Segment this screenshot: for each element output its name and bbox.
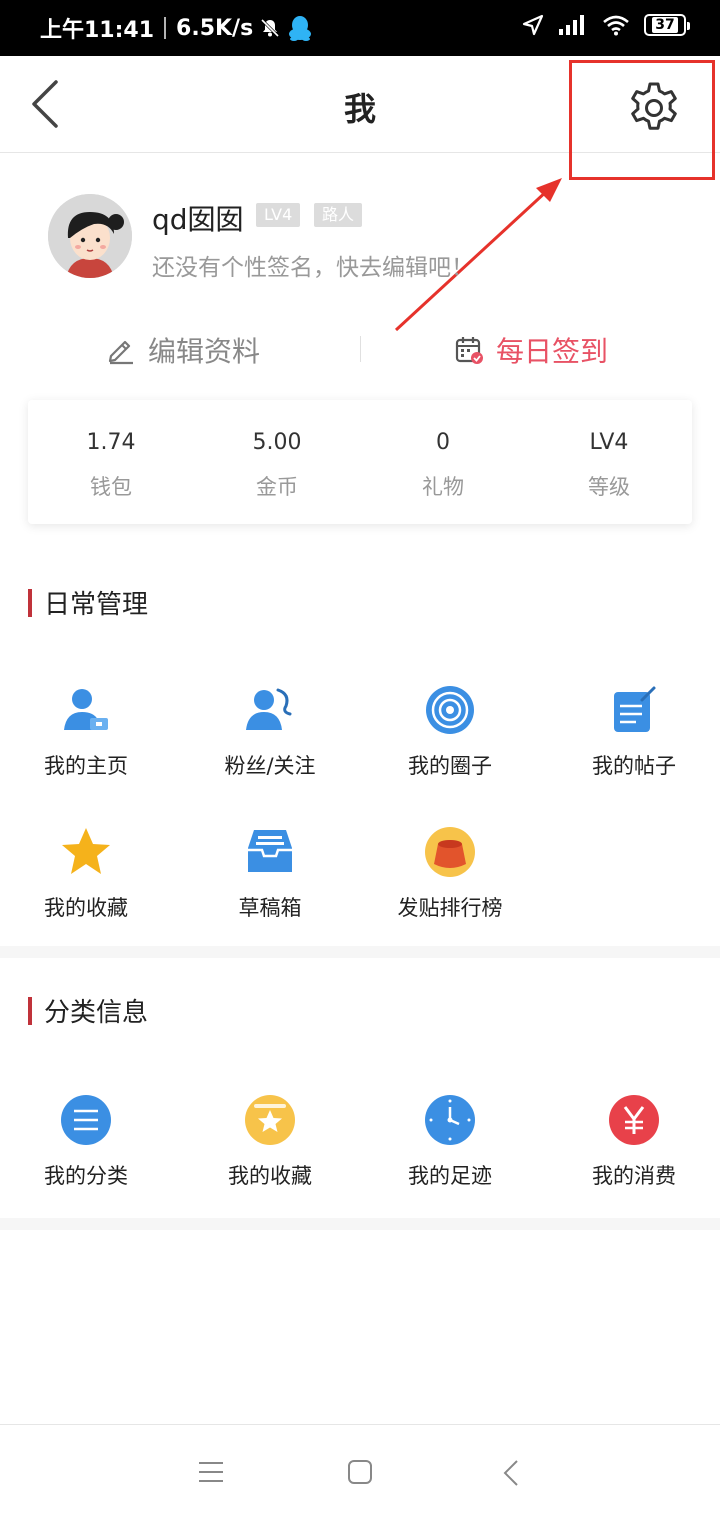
status-speed: 6.5K/s [176,15,254,41]
post-icon [614,686,656,732]
qq-icon [289,16,312,41]
grid-item-my-circle[interactable]: 我的圈子 [360,684,540,780]
grid-item-label: 粉丝/关注 [224,754,316,778]
grid-item-label: 我的圈子 [408,754,492,778]
stat-wallet[interactable]: 1.74 钱包 [28,400,194,524]
location-icon [522,14,544,36]
stat-gifts[interactable]: 0 礼物 [360,400,526,524]
system-navigation-bar [0,1424,720,1521]
back-triangle-icon[interactable] [502,1459,520,1487]
stats-card: 1.74 钱包 5.00 金币 0 礼物 LV4 等级 [28,400,692,524]
grid-item-my-posts[interactable]: 我的帖子 [544,684,720,780]
grid-item-my-homepage[interactable]: 我的主页 [0,684,176,780]
action-divider [360,336,361,362]
grid-item-label: 我的消费 [592,1164,676,1188]
stat-value: 0 [436,430,450,455]
circle-icon [426,686,474,734]
avatar[interactable] [48,194,132,278]
grid-item-label: 我的足迹 [408,1164,492,1188]
grid-item-label: 我的主页 [44,754,128,778]
edit-profile-button[interactable]: 编辑资料 [106,330,260,370]
grid-item-label: 我的收藏 [44,896,128,920]
grid-item-drafts[interactable]: 草稿箱 [180,826,360,922]
grid-item-my-categories[interactable]: 我的分类 [0,1094,176,1190]
section-title-text: 分类信息 [44,998,149,1028]
list-icon [61,1095,111,1145]
grid-item-post-ranking[interactable]: 发贴排行榜 [360,826,540,922]
annotation-highlight-box [569,60,715,180]
stat-level[interactable]: LV4 等级 [526,400,692,524]
battery-icon: 37 [644,14,690,36]
level-badge: LV4 [256,203,301,227]
grid-item-label: 草稿箱 [238,896,302,920]
edit-profile-label: 编辑资料 [148,335,261,368]
ranking-icon [425,827,475,877]
grid-item-my-favorites[interactable]: 我的收藏 [0,826,176,922]
status-bar: 上午11:41 6.5K/s 37 [0,0,720,56]
menu-icon[interactable] [198,1461,224,1483]
username: qd囡囡 [152,203,244,236]
stat-label: 金币 [256,475,298,499]
avatar-cartoon-image [48,194,132,278]
section-gap [0,946,720,958]
status-time: 上午11:41 [40,18,155,43]
wifi-icon [603,15,629,36]
stat-coins[interactable]: 5.00 金币 [194,400,360,524]
status-divider [164,17,167,39]
daily-checkin-button[interactable]: 每日签到 [454,330,608,370]
pencil-icon [108,340,133,365]
grid-item-label: 发贴排行榜 [397,896,503,920]
user-home-icon [64,689,108,730]
grid-item-label: 我的分类 [44,1164,128,1188]
drafts-icon [248,830,292,872]
grid-item-label: 我的帖子 [592,754,676,778]
status-right: 37 [522,14,690,36]
stat-value: 1.74 [86,430,136,455]
status-left: 上午11:41 6.5K/s [40,12,313,44]
stat-label: 等级 [588,475,630,499]
clock-icon [425,1095,475,1145]
stat-value: 5.00 [252,430,302,455]
stat-label: 礼物 [422,475,464,499]
mute-bell-icon [261,18,280,38]
calendar-check-icon [455,337,483,364]
grid-item-category-favorites[interactable]: 我的收藏 [180,1094,360,1190]
signal-icon [559,15,584,35]
grid-item-my-spending[interactable]: 我的消费 [544,1094,720,1190]
grid-item-label: 我的收藏 [228,1164,312,1188]
signature-text[interactable]: 还没有个性签名，快去编辑吧！ [152,248,474,282]
daily-checkin-label: 每日签到 [496,335,609,368]
battery-level: 37 [652,17,678,33]
stat-label: 钱包 [90,475,132,499]
grid-item-my-footprints[interactable]: 我的足迹 [360,1094,540,1190]
section-title-text: 日常管理 [44,590,149,620]
fans-icon [246,688,292,730]
favorite-folder-icon [245,1095,295,1145]
section-title-category: 分类信息 [28,992,148,1029]
stat-value: LV4 [589,430,629,455]
home-square-icon[interactable] [347,1459,373,1485]
star-icon [62,828,110,874]
yen-icon [609,1095,659,1145]
grid-item-fans-follow[interactable]: 粉丝/关注 [180,684,360,780]
section-title-daily: 日常管理 [28,584,148,621]
role-badge: 路人 [314,203,363,227]
section-gap [0,1218,720,1230]
